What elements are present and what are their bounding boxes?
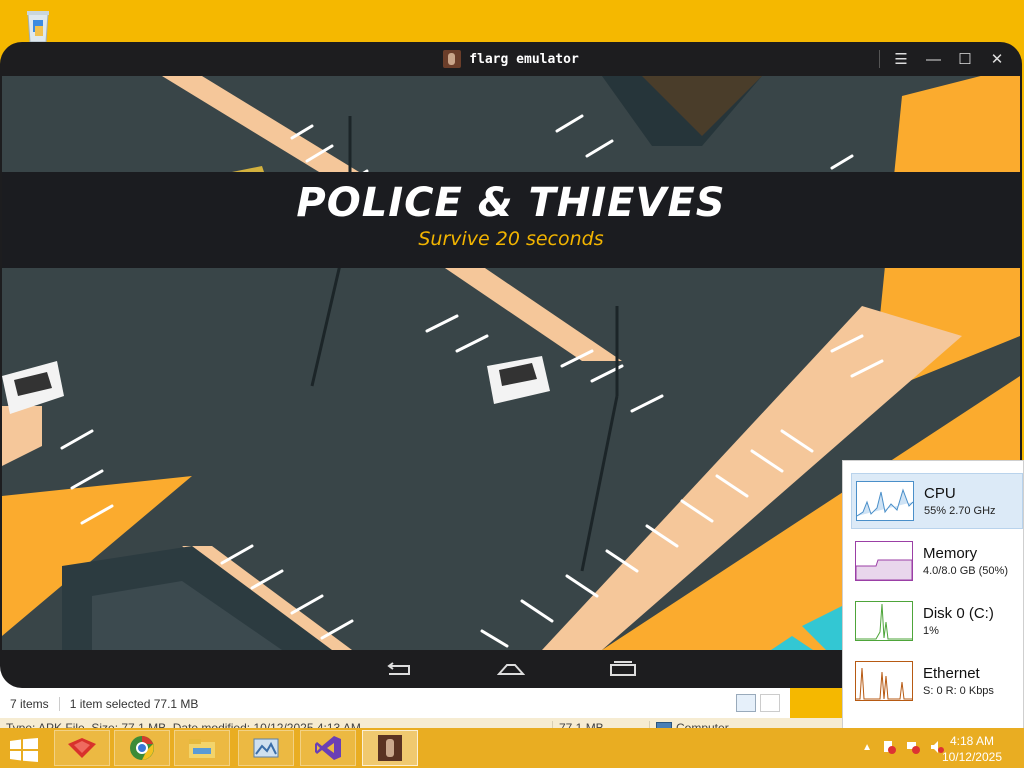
perf-item-ethernet[interactable]: Ethernet S: 0 R: 0 Kbps bbox=[851, 653, 1023, 709]
perf-value: 1% bbox=[923, 625, 939, 637]
perf-name: Disk 0 (C:) bbox=[923, 605, 994, 622]
game-subtitle: Survive 20 seconds bbox=[418, 228, 604, 250]
recycle-bin-icon[interactable] bbox=[18, 4, 58, 44]
start-button[interactable] bbox=[10, 738, 38, 762]
performance-panel: CPU 55% 2.70 GHz Memory 4.0/8.0 GB (50%)… bbox=[842, 460, 1024, 730]
taskbar: ▲ 4:18 AM 10/12/2025 bbox=[0, 728, 1024, 768]
divider bbox=[879, 50, 880, 68]
image-app-icon[interactable] bbox=[238, 730, 294, 766]
recents-icon[interactable] bbox=[597, 657, 649, 681]
system-tray: ▲ bbox=[862, 740, 944, 754]
visual-studio-icon[interactable] bbox=[300, 730, 356, 766]
perf-name: Ethernet bbox=[923, 665, 980, 682]
emulator-title: flarg emulator bbox=[469, 51, 579, 67]
gem-app-icon[interactable] bbox=[54, 730, 110, 766]
perf-value: S: 0 R: 0 Kbps bbox=[923, 685, 994, 697]
flarg-app-icon bbox=[443, 50, 462, 68]
perf-item-cpu[interactable]: CPU 55% 2.70 GHz bbox=[851, 473, 1023, 529]
status-item-count: 7 items bbox=[10, 697, 49, 711]
minimize-icon[interactable]: — bbox=[926, 51, 941, 68]
status-selected: 1 item selected 77.1 MB bbox=[69, 697, 199, 711]
explorer-status-bar: 7 items 1 item selected 77.1 MB bbox=[0, 692, 790, 716]
disk-graph bbox=[855, 601, 913, 641]
back-icon[interactable] bbox=[373, 657, 425, 681]
menu-icon[interactable]: ☰ bbox=[894, 50, 908, 68]
perf-value: 55% 2.70 GHz bbox=[924, 505, 996, 517]
network-icon[interactable] bbox=[906, 740, 920, 754]
ethernet-graph bbox=[855, 661, 913, 701]
clock-date: 10/12/2025 bbox=[941, 750, 1002, 764]
memory-graph bbox=[855, 541, 913, 581]
action-center-icon[interactable] bbox=[882, 740, 896, 754]
clock[interactable]: 4:18 AM 10/12/2025 bbox=[942, 733, 1002, 765]
flarg-emulator-icon[interactable] bbox=[362, 730, 418, 766]
file-explorer-icon[interactable] bbox=[174, 730, 230, 766]
chevron-up-icon[interactable]: ▲ bbox=[862, 742, 872, 753]
perf-value: 4.0/8.0 GB (50%) bbox=[923, 565, 1008, 577]
perf-name: Memory bbox=[923, 545, 978, 562]
cpu-graph bbox=[856, 481, 914, 521]
maximize-icon[interactable]: ☐ bbox=[958, 50, 972, 68]
emulator-titlebar[interactable]: flarg emulator ☰ — ☐ ✕ bbox=[0, 42, 1022, 76]
close-icon[interactable]: ✕ bbox=[990, 50, 1004, 68]
home-icon[interactable] bbox=[485, 657, 537, 681]
game-banner: POLICE & THIEVES Survive 20 seconds bbox=[2, 172, 1020, 268]
perf-item-disk[interactable]: Disk 0 (C:) 1% bbox=[851, 593, 1023, 649]
details-view-button[interactable] bbox=[736, 694, 756, 712]
chrome-icon[interactable] bbox=[114, 730, 170, 766]
perf-name: CPU bbox=[924, 485, 956, 502]
large-icons-view-button[interactable] bbox=[760, 694, 780, 712]
perf-item-memory[interactable]: Memory 4.0/8.0 GB (50%) bbox=[851, 533, 1023, 589]
clock-time: 4:18 AM bbox=[949, 734, 994, 748]
game-title: POLICE & THIEVES bbox=[296, 180, 726, 226]
